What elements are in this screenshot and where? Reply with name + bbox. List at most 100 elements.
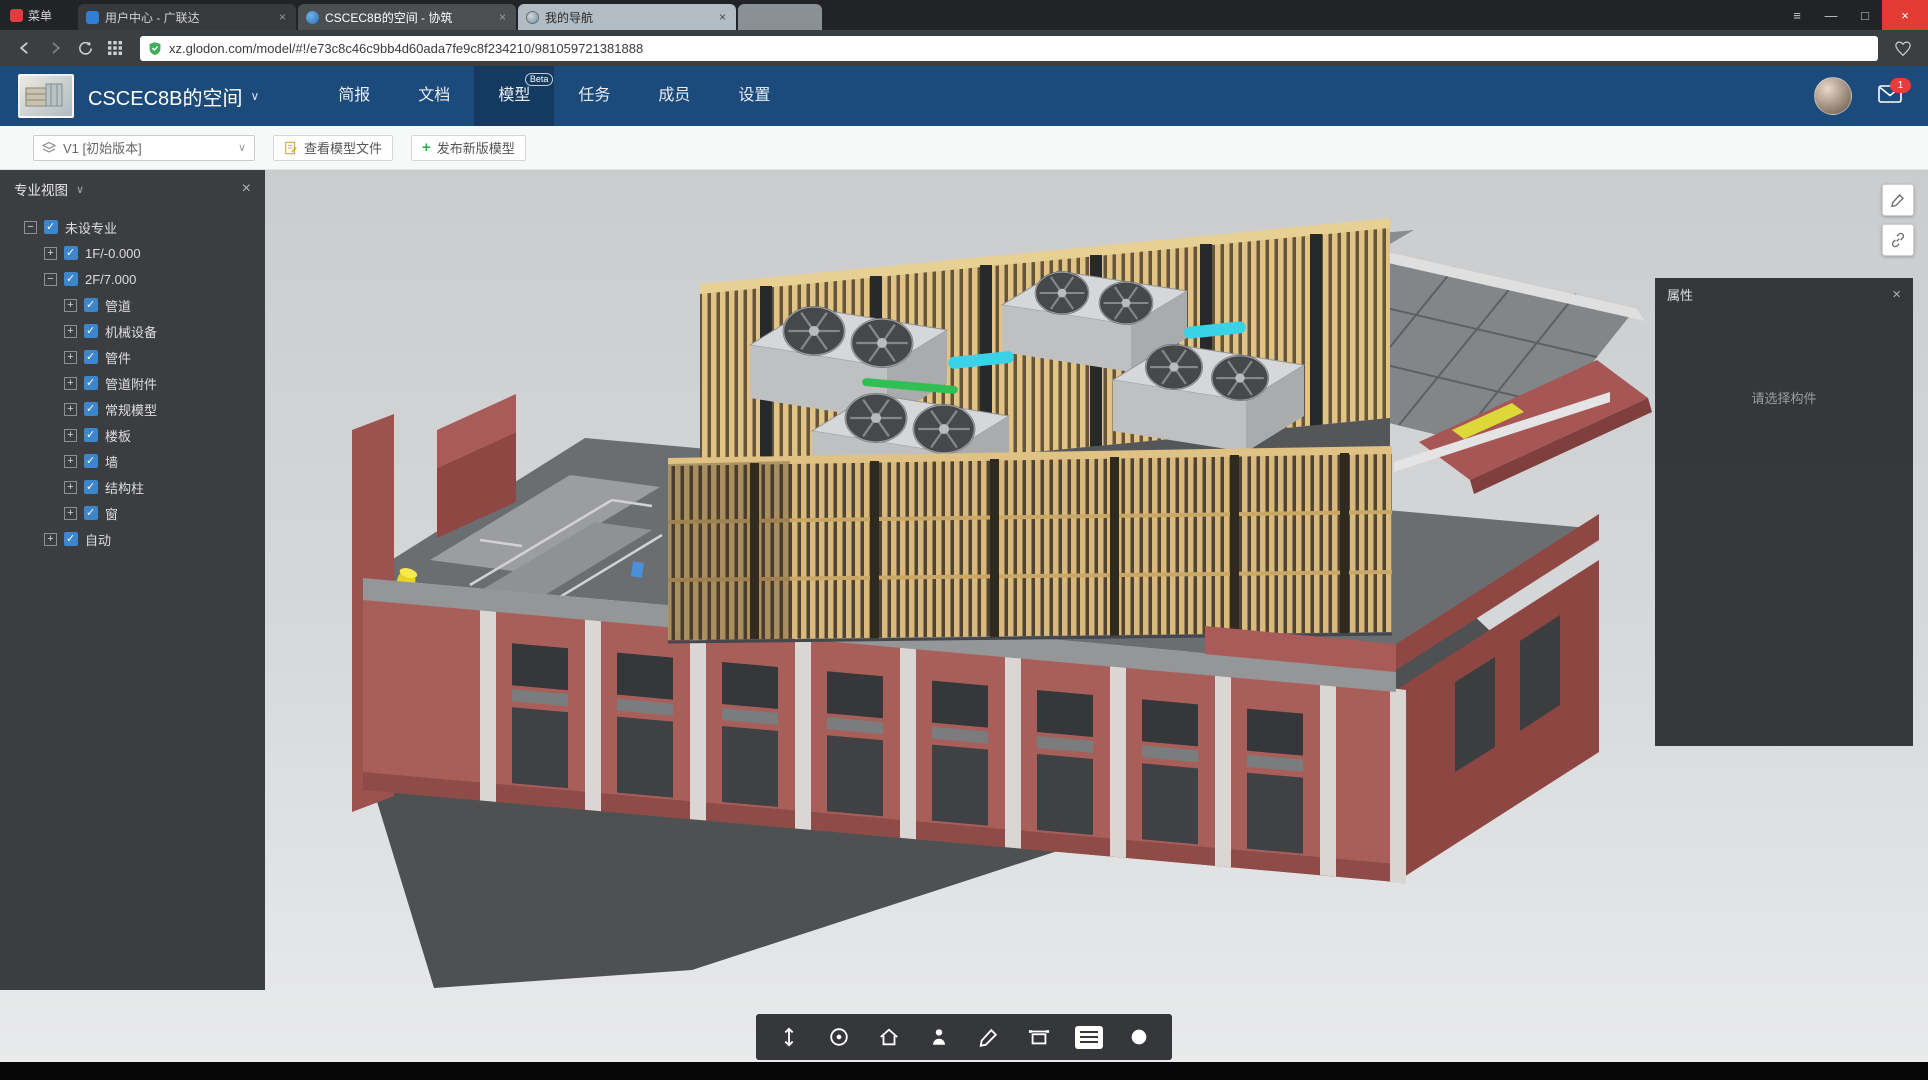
nav-documents[interactable]: 文档 [394,66,474,126]
tab-favicon [526,11,539,24]
tree-item[interactable]: + 1F/-0.000 [0,240,265,266]
nav-settings[interactable]: 设置 [714,66,794,126]
pencil-icon [1890,192,1906,208]
tree-item[interactable]: + 自动 [0,526,265,552]
apps-grid-button[interactable] [102,35,128,61]
tree-expander[interactable]: + [64,377,77,390]
section-box-button[interactable] [1014,1014,1064,1060]
tree-expander[interactable]: + [64,429,77,442]
nav-model[interactable]: 模型 Beta [474,66,554,126]
model-3d-canvas[interactable] [0,170,1928,1062]
forward-button[interactable] [42,35,68,61]
sidebar-close-icon[interactable]: × [242,180,251,198]
tree-checkbox[interactable] [84,402,98,416]
tree-expander[interactable]: + [44,533,57,546]
tree-label: 2F/7.000 [85,272,136,287]
tree-expander[interactable]: − [44,273,57,286]
tree-checkbox[interactable] [44,220,58,234]
tree-item[interactable]: + 墙 [0,448,265,474]
browser-logo-icon [10,9,23,22]
tree-checkbox[interactable] [84,506,98,520]
tree-item[interactable]: + 窗 [0,500,265,526]
tree-label: 结构柱 [105,478,144,497]
tree-checkbox[interactable] [84,428,98,442]
favorite-button[interactable] [1890,35,1916,61]
back-button[interactable] [12,35,38,61]
tree-expander[interactable]: + [64,481,77,494]
tab-title: 我的导航 [545,9,711,26]
model-tree: − 未设专业 + 1F/-0.000 − 2F/7.000 + [0,208,265,552]
browser-more-menu-icon[interactable]: ≡ [1780,0,1814,30]
url-input[interactable]: xz.glodon.com/model/#!/e73c8c46c9bb4d60a… [140,36,1878,61]
nav-members[interactable]: 成员 [634,66,714,126]
workspace-thumbnail[interactable] [18,74,74,118]
messages-button[interactable]: 1 [1878,85,1902,108]
component-list-button[interactable] [1064,1014,1114,1060]
new-tab-button[interactable] [738,4,822,30]
tree-expander[interactable]: + [64,351,77,364]
tree-label: 窗 [105,504,118,523]
refresh-button[interactable] [72,35,98,61]
browser-menu-button[interactable]: 菜单 [0,0,64,30]
publish-new-version-button[interactable]: + 发布新版模型 [411,135,526,161]
tree-item[interactable]: + 管道附件 [0,370,265,396]
tab-close-icon[interactable]: × [717,10,728,24]
properties-close-icon[interactable]: × [1892,286,1901,303]
workspace-title[interactable]: CSCEC8B的空间 [88,82,242,111]
tree-checkbox[interactable] [84,324,98,338]
home-view-button[interactable] [864,1014,914,1060]
workspace-caret-icon[interactable]: ∨ [250,89,259,103]
tree-checkbox[interactable] [64,532,78,546]
tab-workspace-active[interactable]: CSCEC8B的空间 - 协筑 × [298,4,516,30]
tree-expander[interactable]: + [64,299,77,312]
version-select[interactable]: V1 [初始版本] ∨ [33,135,255,161]
tree-checkbox[interactable] [84,376,98,390]
properties-title: 属性 [1667,285,1693,304]
tree-item[interactable]: + 管道 [0,292,265,318]
tab-close-icon[interactable]: × [277,10,288,24]
share-link-button[interactable] [1882,224,1914,256]
measure-markup-button[interactable] [964,1014,1014,1060]
version-label: V1 [初始版本] [63,138,231,157]
tree-item[interactable]: + 机械设备 [0,318,265,344]
tree-checkbox[interactable] [64,246,78,260]
tree-item[interactable]: + 常规模型 [0,396,265,422]
tree-expander[interactable]: − [24,221,37,234]
tree-expander[interactable]: + [64,325,77,338]
sidebar-caret-icon[interactable]: ∨ [76,183,84,196]
sidebar-title[interactable]: 专业视图 [14,179,68,199]
tree-item[interactable]: − 未设专业 [0,214,265,240]
close-button[interactable]: × [1882,0,1928,30]
tree-checkbox[interactable] [84,298,98,312]
tab-close-icon[interactable]: × [497,10,508,24]
main-nav: 简报 文档 模型 Beta 任务 成员 设置 [314,66,794,126]
minimize-button[interactable]: — [1814,0,1848,30]
walk-tool-button[interactable] [764,1014,814,1060]
markup-tool-button[interactable] [1882,184,1914,216]
tree-item[interactable]: + 结构柱 [0,474,265,500]
avatar[interactable] [1814,77,1852,115]
tree-item[interactable]: + 楼板 [0,422,265,448]
orbit-tool-button[interactable] [814,1014,864,1060]
tree-checkbox[interactable] [84,454,98,468]
tab-my-nav[interactable]: 我的导航 × [518,4,736,30]
tree-expander[interactable]: + [64,507,77,520]
tree-item[interactable]: − 2F/7.000 [0,266,265,292]
tree-expander[interactable]: + [64,455,77,468]
render-mode-button[interactable] [1114,1014,1164,1060]
viewer-toolbar [756,1014,1172,1060]
tree-expander[interactable]: + [44,247,57,260]
tree-label: 墙 [105,452,118,471]
tree-expander[interactable]: + [64,403,77,416]
properties-empty-hint: 请选择构件 [1655,388,1913,407]
first-person-button[interactable] [914,1014,964,1060]
nav-tasks[interactable]: 任务 [554,66,634,126]
tree-checkbox[interactable] [84,350,98,364]
tree-checkbox[interactable] [64,272,78,286]
view-model-files-button[interactable]: 查看模型文件 [273,135,393,161]
tree-item[interactable]: + 管件 [0,344,265,370]
tree-checkbox[interactable] [84,480,98,494]
tab-user-center[interactable]: 用户中心 - 广联达 × [78,4,296,30]
nav-briefing[interactable]: 简报 [314,66,394,126]
maximize-button[interactable]: □ [1848,0,1882,30]
